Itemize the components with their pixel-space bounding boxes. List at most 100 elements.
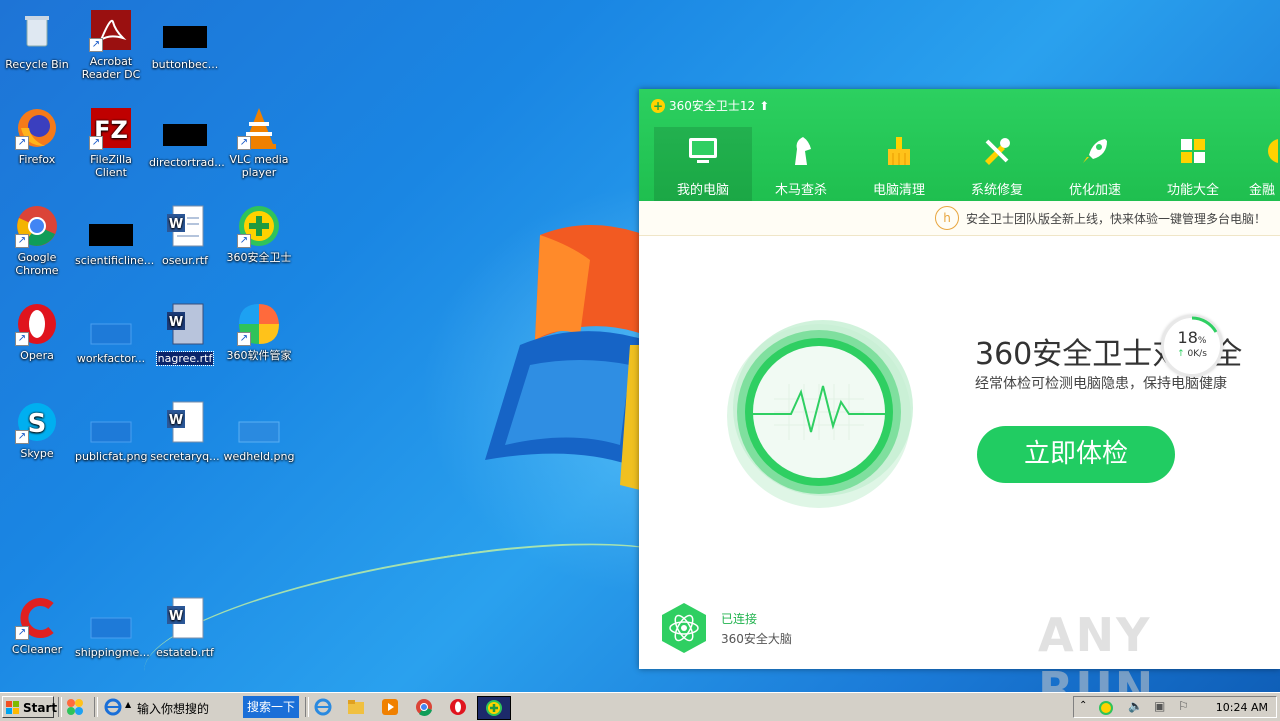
desktop-icon-360-software[interactable]: ↗ 360软件管家 — [222, 302, 296, 362]
explorer-folder-icon[interactable] — [347, 698, 365, 716]
tray-expand-icon[interactable]: ⌃ — [1079, 700, 1087, 711]
word-doc-icon: W — [167, 401, 204, 443]
taskbar-separator — [305, 697, 309, 717]
windows-logo-wallpaper — [485, 225, 645, 490]
search-input[interactable]: 输入你想搜的 — [137, 700, 209, 717]
desktop-icon-publicfat[interactable]: publicfat.png — [74, 400, 148, 463]
desktop-icon-nagree[interactable]: W nagree.rtf — [148, 302, 222, 366]
nav-all-features[interactable]: 功能大全 — [1144, 127, 1242, 201]
desktop-icon-oseur[interactable]: W oseur.rtf — [148, 204, 222, 267]
desktop-icon-label: publicfat.png — [75, 450, 148, 463]
notice-icon: h — [935, 206, 959, 230]
360-taskbar-button[interactable] — [477, 696, 511, 720]
desktop-icon-secretaryq[interactable]: W secretaryq... — [148, 400, 222, 463]
anyrun-watermark: ANY RUN — [1038, 608, 1156, 692]
desktop-icon-label: 360软件管家 — [226, 349, 292, 362]
desktop-icon-directortrad[interactable]: directortrad... — [148, 106, 225, 169]
desktop-icon-wedheld[interactable]: wedheld.png — [222, 400, 296, 463]
speed-rate: ↑ 0K/s — [1164, 349, 1220, 359]
check-now-button[interactable]: 立即体检 — [977, 426, 1175, 483]
desktop-icon-recycle-bin[interactable]: Recycle Bin — [0, 8, 74, 71]
app-window-360: + 360安全卫士12 ⬆ 我的电脑 木马查杀 电脑清理 系统修复 优化加速 功… — [639, 89, 1280, 669]
desktop-icon-skype[interactable]: S ↗ Skype — [0, 400, 74, 460]
nav-optimize[interactable]: 优化加速 — [1046, 127, 1144, 201]
start-button[interactable]: Start — [2, 696, 57, 718]
speed-percent-value: 18 — [1177, 328, 1198, 347]
nav-label: 金融 — [1248, 183, 1275, 198]
system-tray: ⌃ 🔈 ▣ ⚐ 10:24 AM — [1073, 696, 1277, 718]
shortcut-arrow-icon: ↗ — [237, 136, 251, 150]
desktop-icon-label: VLC media player — [229, 153, 289, 179]
nav-label: 优化加速 — [1068, 183, 1121, 198]
recycle-bin-icon — [25, 16, 49, 47]
notice-text: 安全卫士团队版全新上线，快来体验一键管理多台电脑！ — [966, 212, 1267, 226]
monitor-icon — [689, 138, 717, 163]
opera-taskbar-icon[interactable] — [449, 698, 467, 716]
image-file-icon — [238, 421, 280, 443]
file-icon — [89, 224, 133, 246]
notice-bar[interactable]: h 安全卫士团队版全新上线，快来体验一键管理多台电脑！ — [639, 201, 1280, 236]
desktop-icon-workfactor[interactable]: workfactor... — [74, 302, 148, 365]
desktop-icon-label: wedheld.png — [223, 450, 295, 463]
desktop-icon-ccleaner[interactable]: ↗ CCleaner — [0, 596, 74, 656]
360-safe-taskbar-icon — [486, 700, 502, 716]
shortcut-arrow-icon: ↗ — [15, 430, 29, 444]
svg-text:W: W — [169, 609, 183, 624]
svg-text:W: W — [169, 315, 183, 330]
desktop-icon-label: shippingme... — [75, 646, 150, 659]
word-doc-icon: W — [167, 597, 204, 639]
clock[interactable]: 10:24 AM — [1216, 701, 1268, 714]
ie-icon[interactable] — [314, 698, 332, 716]
app-title-text: 360安全卫士12 — [669, 99, 756, 113]
image-file-icon — [90, 421, 132, 443]
shortcut-arrow-icon: ↗ — [15, 332, 29, 346]
desktop-icon-opera[interactable]: ↗ Opera — [0, 302, 74, 362]
nav-finance[interactable]: 金融 — [1242, 127, 1280, 201]
dropdown-arrow-icon[interactable]: ▲ — [125, 700, 131, 709]
network-icon[interactable]: ▣ — [1154, 699, 1165, 713]
nav-trojan-scan[interactable]: 木马查杀 — [752, 127, 850, 201]
desktop-icon-label: 360安全卫士 — [226, 251, 292, 264]
desktop-icon-firefox[interactable]: ↗ Firefox — [0, 106, 74, 166]
media-player-icon[interactable] — [381, 698, 399, 716]
upgrade-arrow-icon[interactable]: ⬆ — [759, 99, 769, 113]
nav-system-repair[interactable]: 系统修复 — [948, 127, 1046, 201]
desktop-icon-label: Recycle Bin — [5, 58, 69, 71]
search-button[interactable]: 搜索一下 — [243, 696, 299, 718]
word-doc-icon: W — [167, 205, 204, 247]
desktop-icon-label: secretaryq... — [150, 450, 220, 463]
action-center-flag-icon[interactable]: ⚐ — [1178, 699, 1189, 713]
desktop-icon-360-safe[interactable]: ↗ 360安全卫士 — [222, 204, 296, 264]
360-logo-icon: + — [651, 98, 665, 113]
volume-icon[interactable]: 🔈 — [1128, 699, 1143, 713]
desktop-icon-vlc[interactable]: ↗ VLC media player — [222, 106, 296, 179]
speed-percent-unit: % — [1197, 336, 1207, 346]
rocket-icon — [1083, 139, 1107, 163]
nav-pc-cleanup[interactable]: 电脑清理 — [850, 127, 948, 201]
desktop-icon-scientificline[interactable]: scientificline... — [74, 204, 154, 267]
chrome-taskbar-icon[interactable] — [415, 698, 433, 716]
desktop-icon-acrobat[interactable]: ↗ Acrobat Reader DC — [74, 8, 148, 81]
word-doc-icon: W — [167, 303, 204, 345]
desktop-icon-label: Opera — [20, 349, 54, 362]
file-icon — [90, 617, 132, 639]
nav-my-computer[interactable]: 我的电脑 — [654, 127, 752, 201]
desktop-icon-label: buttonbec... — [151, 58, 219, 71]
speed-percent: 18% — [1164, 328, 1220, 347]
360-tray-icon[interactable] — [1098, 700, 1114, 716]
nav-label: 系统修复 — [970, 183, 1023, 198]
desktop-icon-chrome[interactable]: ↗ Google Chrome — [0, 204, 74, 277]
shortcut-arrow-icon: ↗ — [15, 234, 29, 248]
ie-search-icon[interactable] — [104, 698, 122, 716]
desktop-icon-estateb[interactable]: W estateb.rtf — [148, 596, 222, 659]
desktop-icon-buttonbec[interactable]: buttonbec... — [148, 8, 222, 71]
desktop-icon-filezilla[interactable]: FZ ↗ FileZilla Client — [74, 106, 148, 179]
desktop-icon-shippingme[interactable]: shippingme... — [74, 596, 150, 659]
security-brain-status[interactable]: 已连接 360安全大脑 — [659, 601, 792, 655]
atom-shield-icon — [662, 603, 706, 653]
svg-text:S: S — [28, 409, 47, 439]
speed-widget[interactable]: 18% ↑ 0K/s — [1161, 315, 1223, 377]
desktop-icon-label: Firefox — [18, 153, 56, 166]
360-software-taskbar-icon[interactable] — [66, 698, 84, 716]
desktop-icon-label: workfactor... — [76, 352, 146, 365]
